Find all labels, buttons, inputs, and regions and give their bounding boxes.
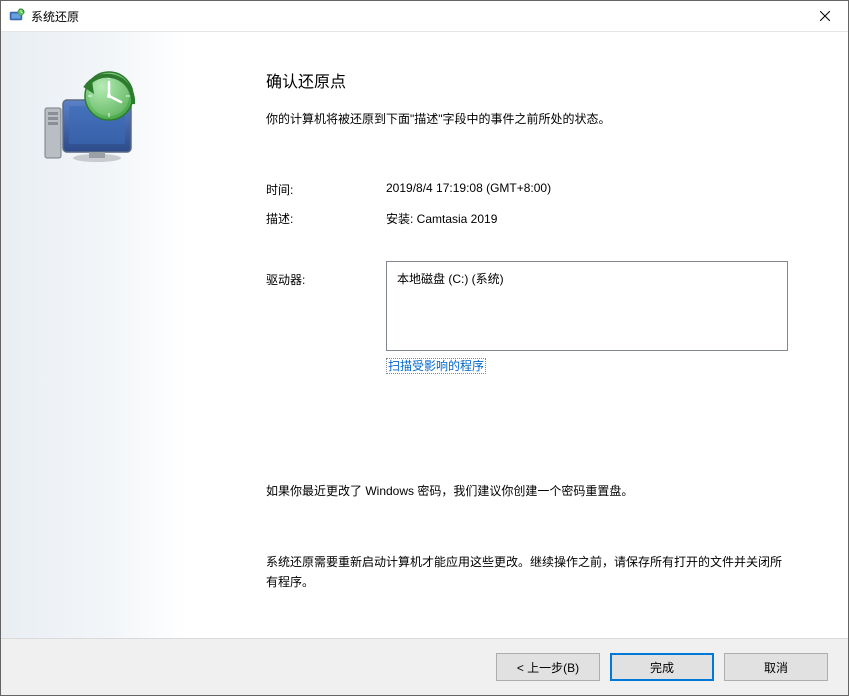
wizard-footer: < 上一步(B) 完成 取消 — [1, 638, 848, 695]
password-note: 如果你最近更改了 Windows 密码，我们建议你创建一个密码重置盘。 — [266, 482, 633, 499]
page-intro: 你的计算机将被还原到下面"描述"字段中的事件之前所处的状态。 — [266, 110, 788, 127]
wizard-body: 确认还原点 你的计算机将被还原到下面"描述"字段中的事件之前所处的状态。 时间:… — [1, 32, 848, 695]
back-button[interactable]: < 上一步(B) — [496, 653, 600, 681]
time-value: 2019/8/4 17:19:08 (GMT+8:00) — [386, 181, 788, 198]
window-title: 系统还原 — [31, 8, 802, 25]
wizard-main-panel: 确认还原点 你的计算机将被还原到下面"描述"字段中的事件之前所处的状态。 时间:… — [186, 32, 848, 638]
restart-note: 系统还原需要重新启动计算机才能应用这些更改。继续操作之前，请保存所有打开的文件并… — [266, 552, 788, 593]
drive-item[interactable]: 本地磁盘 (C:) (系统) — [397, 270, 777, 287]
system-restore-window: 系统还原 — [0, 0, 849, 696]
description-value: 安装: Camtasia 2019 — [386, 210, 788, 227]
description-label: 描述: — [266, 210, 386, 227]
wizard-content: 确认还原点 你的计算机将被还原到下面"描述"字段中的事件之前所处的状态。 时间:… — [1, 32, 848, 638]
time-label: 时间: — [266, 181, 386, 198]
drives-listbox[interactable]: 本地磁盘 (C:) (系统) — [386, 261, 788, 351]
app-icon — [9, 8, 25, 24]
scan-affected-programs-link[interactable]: 扫描受影响的程序 — [386, 358, 486, 374]
finish-button[interactable]: 完成 — [610, 653, 714, 681]
titlebar: 系统还原 — [1, 1, 848, 32]
field-drives: 驱动器: 本地磁盘 (C:) (系统) — [266, 261, 788, 351]
field-description: 描述: 安装: Camtasia 2019 — [266, 210, 788, 227]
wizard-side-banner — [1, 32, 186, 638]
system-restore-icon — [39, 70, 149, 180]
cancel-button[interactable]: 取消 — [724, 653, 828, 681]
field-time: 时间: 2019/8/4 17:19:08 (GMT+8:00) — [266, 181, 788, 198]
drives-label: 驱动器: — [266, 261, 386, 351]
scan-link-row: 扫描受影响的程序 — [386, 357, 788, 374]
page-heading: 确认还原点 — [266, 68, 788, 92]
close-button[interactable] — [802, 1, 848, 31]
